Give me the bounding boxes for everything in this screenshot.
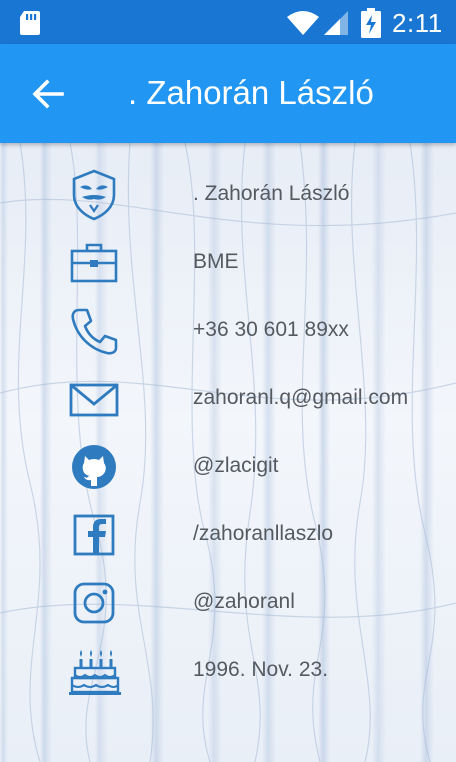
phone-icon [66,303,122,359]
signal-icon [324,11,348,35]
profile-row-instagram[interactable]: @zahoranl [0,569,456,637]
status-bar: 2:11 [0,0,456,44]
profile-row-phone[interactable]: +36 30 601 89xx [0,297,456,365]
facebook-icon [66,507,122,563]
profile-label: BME [193,250,239,273]
profile-row-organization: BME [0,229,456,297]
profile-label: @zlacigit [193,454,279,477]
github-icon [66,439,122,495]
anonymous-mask-icon [66,167,122,223]
profile-label: /zahoranllaszlo [193,522,334,545]
profile-label: 1996. Nov. 23. [193,658,329,681]
app-bar: . Zahorán László [0,44,456,143]
wifi-icon [287,11,319,35]
sd-card-icon [20,11,40,35]
status-time: 2:11 [392,8,443,38]
profile-row-birthday: 1996. Nov. 23. [0,637,456,705]
profile-row-github[interactable]: @zlacigit [0,433,456,501]
profile-row-facebook[interactable]: /zahoranllaszlo [0,501,456,569]
profile-label: @zahoranl [193,590,295,613]
battery-charging-icon [361,8,381,38]
profile-row-email[interactable]: zahoranl.q@gmail.com [0,365,456,433]
birthday-cake-icon [66,643,122,699]
page-title: . Zahorán László [128,74,374,111]
instagram-icon [66,575,122,631]
back-arrow-icon[interactable] [28,74,68,114]
profile-content: . Zahorán László BME +36 30 601 89xx zah… [0,143,456,762]
profile-label: . Zahorán László [193,182,350,205]
profile-row-name: . Zahorán László [0,161,456,229]
briefcase-icon [66,235,122,291]
profile-label: +36 30 601 89xx [193,318,349,341]
profile-label: zahoranl.q@gmail.com [193,386,409,409]
envelope-icon [66,371,122,427]
